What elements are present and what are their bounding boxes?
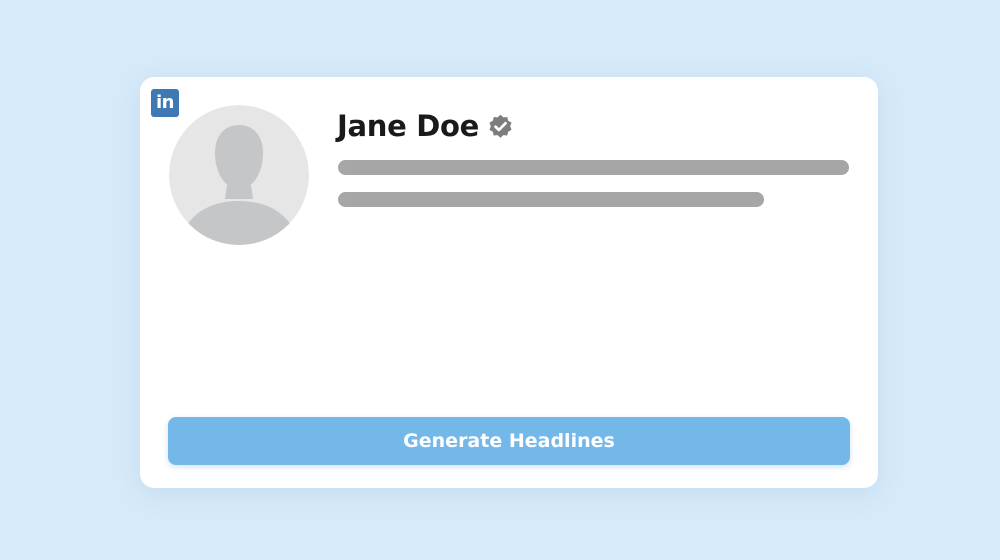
subheadline-placeholder-line (338, 192, 764, 207)
person-silhouette-icon (169, 105, 309, 245)
profile-header: Jane Doe (337, 104, 514, 148)
avatar (169, 105, 309, 245)
generate-headlines-button[interactable]: Generate Headlines (168, 417, 850, 465)
profile-name: Jane Doe (337, 109, 480, 143)
profile-card: in Jane Doe Generate Headlines (140, 77, 878, 488)
linkedin-logo-icon: in (151, 89, 179, 117)
verified-badge-icon (489, 114, 512, 138)
headline-placeholder-line (338, 160, 849, 175)
